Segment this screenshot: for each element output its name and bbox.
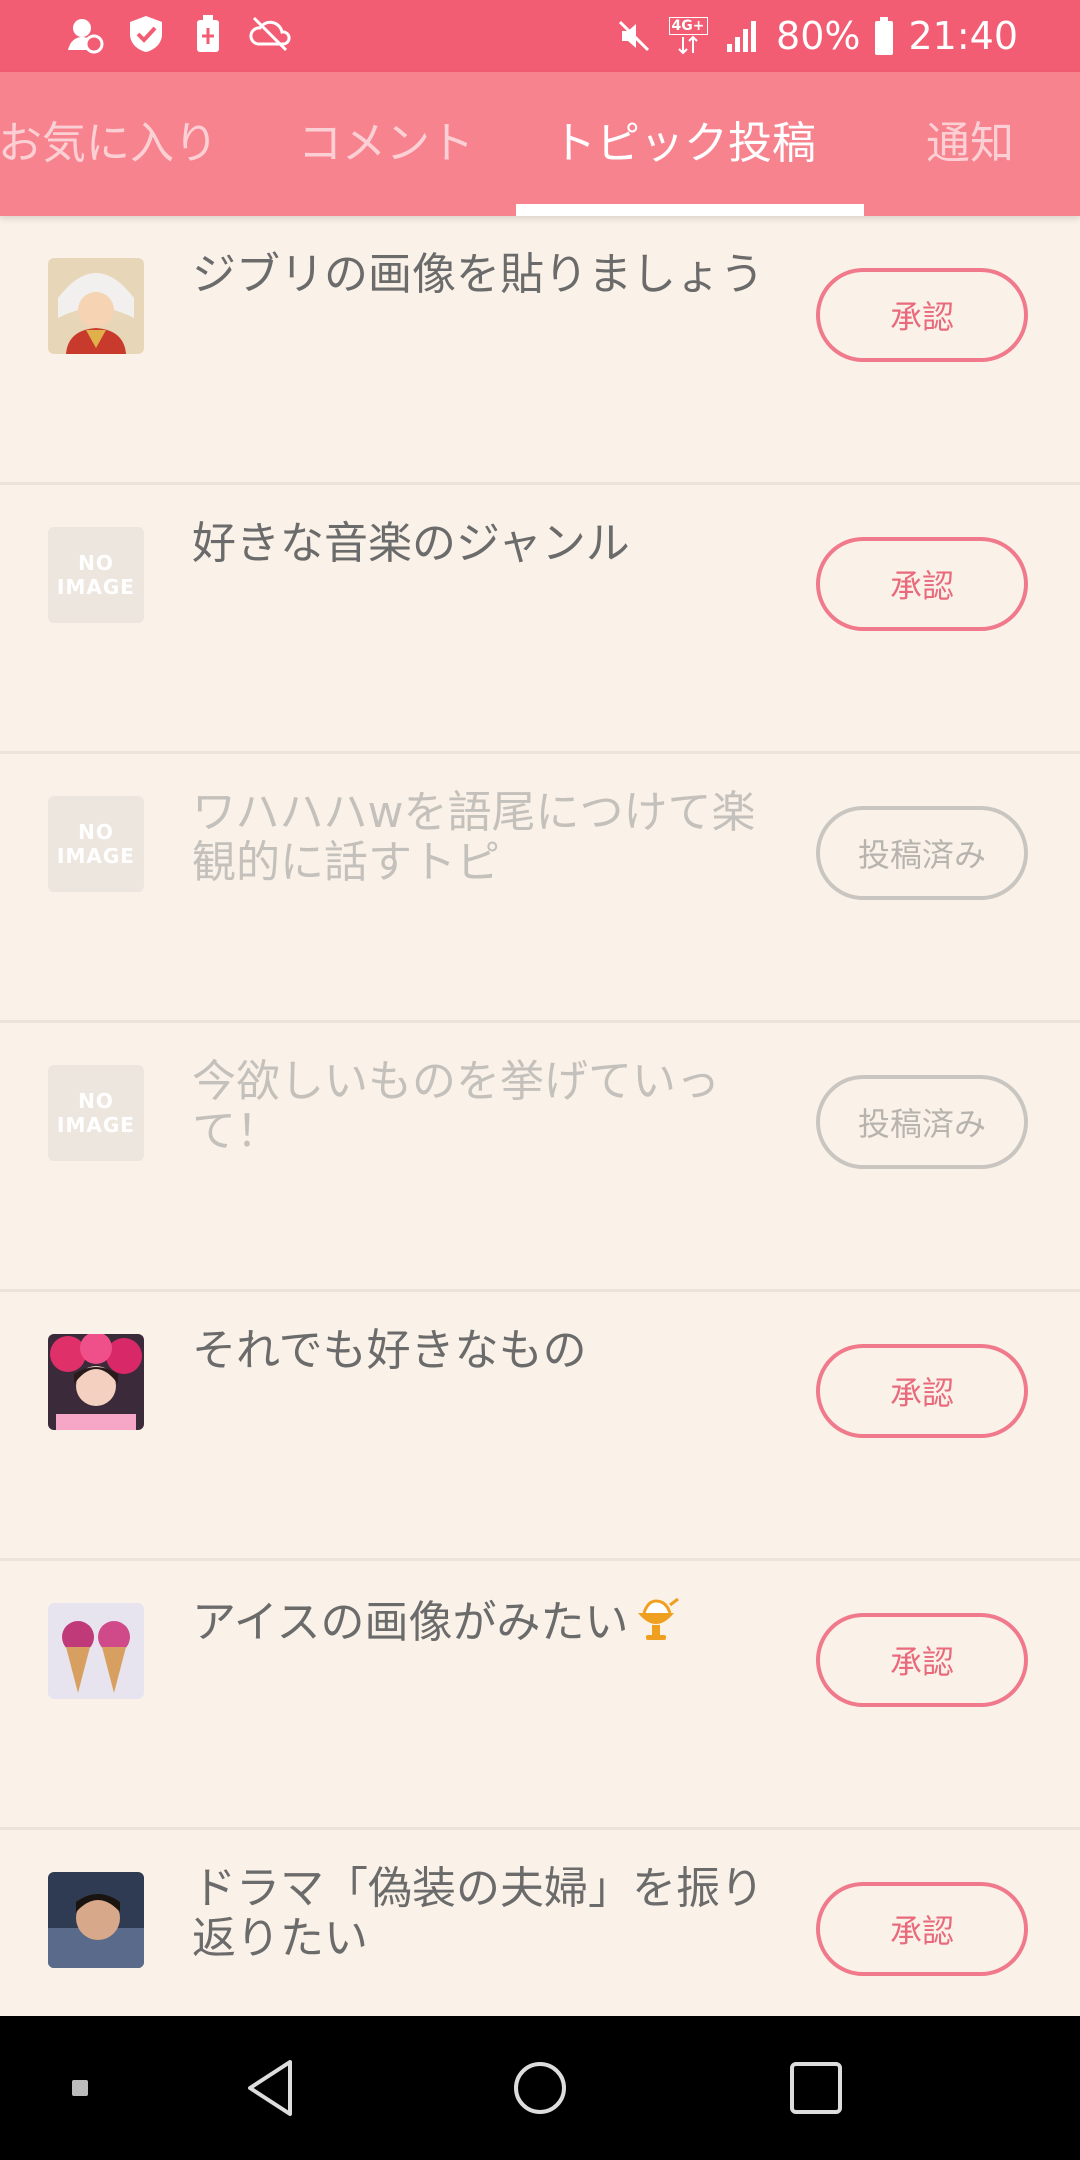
status-bar: 4G+ 80% 21:40	[0, 0, 1080, 72]
battery-saver-icon	[186, 12, 230, 56]
list-item[interactable]: NO IMAGE ワハハハwを語尾につけて楽観的に話すトピ 投稿済み	[0, 754, 1080, 1023]
list-item[interactable]: それでも好きなもの 承認	[0, 1292, 1080, 1561]
topic-title[interactable]: ドラマ「偽装の夫婦」を振り返りたい	[192, 1864, 792, 1964]
no-image-placeholder: NO IMAGE	[48, 527, 144, 623]
battery-icon	[872, 14, 896, 58]
list-item[interactable]: ドラマ「偽装の夫婦」を振り返りたい 承認	[0, 1830, 1080, 2016]
no-image-text: NO	[78, 820, 114, 844]
topic-title[interactable]: アイスの画像がみたい	[192, 1595, 792, 1654]
topic-title[interactable]: 今欲しいものを挙げていって！	[192, 1057, 792, 1157]
posted-button[interactable]: 投稿済み	[816, 1075, 1028, 1169]
home-icon[interactable]	[490, 2016, 590, 2160]
mute-icon	[612, 14, 656, 58]
topic-title[interactable]: それでも好きなもの	[192, 1326, 792, 1376]
shield-check-icon	[124, 12, 168, 56]
status-right-icons: 4G+ 80% 21:40	[612, 0, 1018, 72]
network-4g-icon: 4G+	[668, 14, 708, 58]
approve-button[interactable]: 承認	[816, 268, 1028, 362]
no-image-text: IMAGE	[57, 575, 135, 599]
extra-nav-dot[interactable]	[50, 2016, 110, 2160]
no-image-text: IMAGE	[57, 1113, 135, 1137]
list-item[interactable]: アイスの画像がみたい 承認	[0, 1561, 1080, 1830]
cloud-off-icon	[248, 12, 292, 56]
approve-button[interactable]: 承認	[816, 1613, 1028, 1707]
topic-title-text: アイスの画像がみたい	[192, 1597, 629, 1648]
ice-cream-image	[48, 1603, 144, 1699]
tab-comments[interactable]: コメント	[298, 72, 474, 216]
ghibli-character-image	[48, 258, 144, 354]
girl-flowers-image	[48, 1334, 144, 1430]
tab-bar: お気に入り コメント トピック投稿 通知	[0, 72, 1080, 216]
approve-button[interactable]: 承認	[816, 537, 1028, 631]
ice-cream-icon	[630, 1595, 682, 1654]
status-left-icons	[62, 12, 292, 56]
clock: 21:40	[908, 14, 1018, 58]
list-item[interactable]: NO IMAGE 今欲しいものを挙げていって！ 投稿済み	[0, 1023, 1080, 1292]
tab-topic-posts[interactable]: トピック投稿	[552, 72, 816, 216]
tab-notifications[interactable]: 通知	[926, 72, 1014, 216]
no-image-text: IMAGE	[57, 844, 135, 868]
back-icon[interactable]	[220, 2016, 320, 2160]
topic-list[interactable]: ジブリの画像を貼りましょう 承認 NO IMAGE 好きな音楽のジャンル 承認 …	[0, 216, 1080, 2016]
recent-apps-icon[interactable]	[766, 2016, 866, 2160]
topic-title[interactable]: ワハハハwを語尾につけて楽観的に話すトピ	[192, 788, 792, 888]
network-type: 4G+	[668, 17, 708, 35]
tab-favorites[interactable]: お気に入り	[0, 72, 218, 216]
topic-title[interactable]: ジブリの画像を貼りましょう	[192, 250, 792, 300]
approve-button[interactable]: 承認	[816, 1344, 1028, 1438]
list-item[interactable]: NO IMAGE 好きな音楽のジャンル 承認	[0, 485, 1080, 754]
approve-button[interactable]: 承認	[816, 1882, 1028, 1976]
no-image-text: NO	[78, 1089, 114, 1113]
account-sync-icon	[62, 12, 106, 56]
no-image-text: NO	[78, 551, 114, 575]
no-image-placeholder: NO IMAGE	[48, 796, 144, 892]
signal-strength-icon	[720, 14, 764, 58]
list-item[interactable]: ジブリの画像を貼りましょう 承認	[0, 216, 1080, 485]
man-sleeping-image	[48, 1872, 144, 1968]
topic-title[interactable]: 好きな音楽のジャンル	[192, 519, 792, 569]
navigation-bar	[0, 2016, 1080, 2160]
posted-button[interactable]: 投稿済み	[816, 806, 1028, 900]
no-image-placeholder: NO IMAGE	[48, 1065, 144, 1161]
active-tab-indicator	[516, 204, 864, 216]
battery-percent: 80%	[776, 14, 861, 58]
